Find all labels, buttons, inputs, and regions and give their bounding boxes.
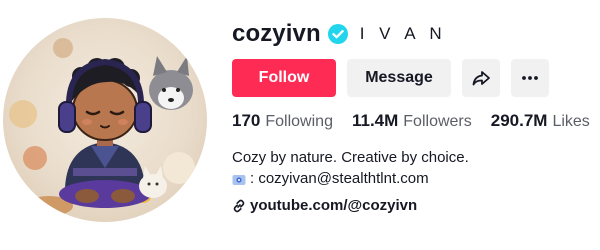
profile-stats: 170 Following 11.4M Followers 290.7M Lik… — [232, 111, 600, 131]
link-icon — [232, 199, 246, 213]
username: cozyivn — [232, 20, 321, 47]
share-button[interactable] — [462, 59, 500, 97]
profile-actions: Follow Message — [232, 59, 549, 97]
likes-count: 290.7M — [490, 111, 548, 130]
youtube-link[interactable]: youtube.com/@cozyivn — [250, 197, 417, 214]
likes-stat: 290.7M Likes — [491, 111, 590, 131]
email-emoji-icon — [232, 172, 246, 186]
avatar-illustration — [9, 38, 195, 216]
profile-bio: Cozy by nature. Creative by choice. : co… — [232, 147, 469, 189]
profile-header: cozyivn I V A N — [232, 20, 447, 48]
profile-avatar[interactable] — [3, 18, 207, 222]
follow-button[interactable]: Follow — [232, 59, 336, 97]
following-count: 170 — [232, 111, 261, 130]
bio-email-line: : cozyivan@stealthtlnt.com — [232, 168, 469, 189]
profile-link[interactable]: youtube.com/@cozyivn — [232, 197, 417, 214]
share-arrow-icon — [471, 68, 491, 88]
following-stat[interactable]: 170 Following — [232, 111, 333, 131]
following-label: Following — [265, 113, 333, 130]
followers-label: Followers — [403, 113, 472, 130]
followers-stat[interactable]: 11.4M Followers — [352, 111, 472, 131]
bio-line: Cozy by nature. Creative by choice. — [232, 149, 469, 166]
display-name: I V A N — [359, 24, 447, 43]
more-horizontal-icon — [520, 68, 540, 88]
message-button[interactable]: Message — [347, 59, 451, 97]
bio-email: : cozyivan@stealthtlnt.com — [250, 170, 429, 187]
more-options-button[interactable] — [511, 59, 549, 97]
followers-count: 11.4M — [351, 111, 399, 130]
likes-label: Likes — [552, 113, 590, 130]
verified-badge-icon — [327, 24, 348, 44]
